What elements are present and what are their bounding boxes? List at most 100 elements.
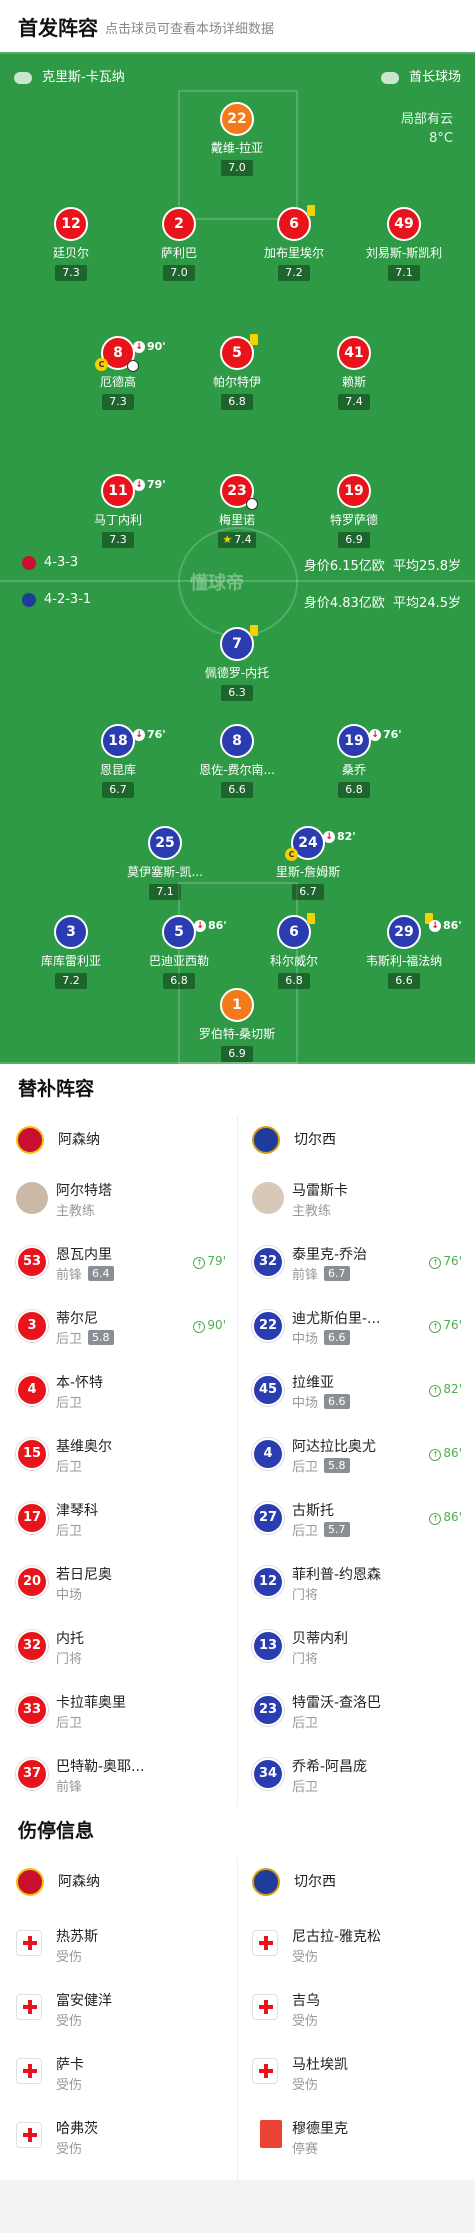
home-coach[interactable]: 阿尔特塔 主教练 xyxy=(16,1176,226,1232)
home-team-name: 阿森纳 xyxy=(58,1132,100,1148)
sub-number: 45 xyxy=(252,1374,284,1406)
sub-player[interactable]: 20 若日尼奥 中场 xyxy=(16,1560,226,1616)
injury-item[interactable]: 哈弗茨 受伤 xyxy=(16,2114,226,2170)
sub-player[interactable]: 37 巴特勒-奥耶... 前锋 xyxy=(16,1752,226,1808)
pitch-player-away[interactable]: 19 ↓ 76' 桑乔 6.8 xyxy=(306,724,402,798)
player-rating: 6.9 xyxy=(221,1046,253,1062)
pitch-player-home[interactable]: 6 加布里埃尔 7.2 xyxy=(246,205,342,281)
injury-item[interactable]: 尼古拉-雅克松 受伤 xyxy=(252,1922,462,1978)
player-number: 41 xyxy=(337,336,371,370)
sub-position-wrap: 前锋 6.7 xyxy=(292,1264,350,1283)
away-coach[interactable]: 马雷斯卡 主教练 xyxy=(252,1176,462,1232)
sub-in-badge: ↑ 79' xyxy=(193,1254,226,1269)
pitch-player-home[interactable]: 22 戴维-拉亚 7.0 xyxy=(189,102,285,176)
pitch-player-home[interactable]: 11 ↓ 79' 马丁内利 7.3 xyxy=(70,474,166,548)
pitch-player-away[interactable]: 25 莫伊塞斯-凯... 7.1 xyxy=(117,826,213,900)
pitch-player-away[interactable]: 1 罗伯特-桑切斯 6.9 xyxy=(189,988,285,1062)
captain-icon: C xyxy=(285,848,298,861)
sub-player[interactable]: 3 蒂尔尼 后卫 5.8 ↑ 90' xyxy=(16,1304,226,1360)
pitch-player-away[interactable]: 5 ↓ 86' 巴迪亚西勒 6.8 xyxy=(131,915,227,989)
sub-in-badge: ↑ 82' xyxy=(429,1382,462,1397)
pitch-player-away[interactable]: 29 ↓ 86' 韦斯利-福法纳 6.6 xyxy=(356,913,462,989)
avatar xyxy=(16,1182,48,1214)
sub-in-badge: ↑ 86' xyxy=(429,1446,462,1461)
sub-in-badge: ↑ 90' xyxy=(193,1318,226,1333)
stadium-icon xyxy=(380,71,399,84)
page-hint: 点击球员可查看本场详细数据 xyxy=(105,22,275,37)
yellow-card-icon xyxy=(307,913,315,924)
sub-position: 后卫 xyxy=(292,1460,319,1475)
pitch-player-away[interactable]: 3 库库雷利亚 7.2 xyxy=(23,915,119,989)
injury-item[interactable]: 穆德里克 停赛 xyxy=(252,2114,462,2170)
sub-player[interactable]: 32 内托 门将 xyxy=(16,1624,226,1680)
sub-in-minute: 82' xyxy=(443,1382,462,1396)
sub-name: 内托 xyxy=(56,1631,84,1647)
player-number-wrap: 29 ↓ 86' xyxy=(387,913,462,949)
player-number: 18 xyxy=(108,733,128,749)
sub-number: 15 xyxy=(16,1438,48,1470)
sub-player[interactable]: 53 恩瓦内里 前锋 6.4 ↑ 79' xyxy=(16,1240,226,1296)
suspension-status: 停赛 xyxy=(292,2142,319,2157)
sub-player[interactable]: 12 菲利普-约恩森 门将 xyxy=(252,1560,462,1616)
sub-name: 基维奥尔 xyxy=(56,1439,112,1455)
pitch-player-away[interactable]: 18 ↓ 76' 恩昆库 6.7 xyxy=(70,724,166,798)
sub-position: 前锋 xyxy=(56,1780,83,1795)
sub-number: 4 xyxy=(252,1438,284,1470)
sub-player[interactable]: 34 乔希-阿昌庞 后卫 xyxy=(252,1752,462,1808)
referee-name: 克里斯-卡瓦纳 xyxy=(42,70,125,85)
pitch-player-home[interactable]: 41 赖斯 7.4 xyxy=(306,336,402,410)
sub-number: 32 xyxy=(252,1246,284,1278)
arsenal-crest-icon xyxy=(16,1126,44,1154)
sub-player[interactable]: 45 拉维亚 中场 6.6 ↑ 82' xyxy=(252,1368,462,1424)
sub-player[interactable]: 22 迪尤斯伯里-... 中场 6.6 ↑ 76' xyxy=(252,1304,462,1360)
pitch-player-away[interactable]: 24 C ↓ 82' 里斯-詹姆斯 6.7 xyxy=(260,826,356,900)
injured-name: 尼古拉-雅克松 xyxy=(292,1929,382,1945)
sub-player[interactable]: 27 古斯托 后卫 5.7 ↑ 86' xyxy=(252,1496,462,1552)
sub-in-icon: ↑ xyxy=(429,1449,442,1461)
sub-player[interactable]: 4 本-怀特 后卫 xyxy=(16,1368,226,1424)
sub-number: 12 xyxy=(252,1566,284,1598)
sub-player[interactable]: 4 阿达拉比奥尤 后卫 5.8 ↑ 86' xyxy=(252,1432,462,1488)
sub-player[interactable]: 32 泰里克-乔治 前锋 6.7 ↑ 76' xyxy=(252,1240,462,1296)
pitch-player-home[interactable]: 8 C ↓ 90' 厄德高 7.3 xyxy=(70,336,166,410)
player-number: 22 xyxy=(220,102,254,136)
weather-temperature: 8°C xyxy=(429,131,453,146)
sub-in-minute: 79' xyxy=(207,1254,226,1268)
sub-name: 特雷沃-查洛巴 xyxy=(292,1695,382,1711)
pitch-player-home[interactable]: 49 刘易斯-斯凯利 7.1 xyxy=(356,207,452,281)
sub-name: 本-怀特 xyxy=(56,1375,104,1391)
sub-in-icon: ↑ xyxy=(429,1513,442,1525)
pitch-player-home[interactable]: 19 特罗萨德 6.9 xyxy=(306,474,402,548)
pitch-player-home[interactable]: 5 帕尔特伊 6.8 xyxy=(189,334,285,410)
injury-item[interactable]: 马杜埃凯 受伤 xyxy=(252,2050,462,2106)
player-rating: 7.3 xyxy=(102,394,134,410)
player-name: 马丁内利 xyxy=(93,513,142,527)
sub-player[interactable]: 33 卡拉菲奥里 后卫 xyxy=(16,1688,226,1744)
player-rating: 7.1 xyxy=(388,265,420,281)
injury-item[interactable]: 萨卡 受伤 xyxy=(16,2050,226,2106)
injury-item[interactable]: 富安健洋 受伤 xyxy=(16,1986,226,2042)
sub-player[interactable]: 17 津琴科 后卫 xyxy=(16,1496,226,1552)
pitch-player-home[interactable]: 2 萨利巴 7.0 xyxy=(131,207,227,281)
injury-item[interactable]: 热苏斯 受伤 xyxy=(16,1922,226,1978)
home-formation-row: 4-3-3 身价6.15亿欧 平均25.8岁 xyxy=(22,555,461,574)
player-name: 梅里诺 xyxy=(218,513,255,527)
sub-name: 迪尤斯伯里-... xyxy=(292,1311,381,1327)
sub-player[interactable]: 15 基维奥尔 后卫 xyxy=(16,1432,226,1488)
player-rating: 7.2 xyxy=(278,265,310,281)
avatar xyxy=(252,1182,284,1214)
injury-item[interactable]: 吉乌 受伤 xyxy=(252,1986,462,2042)
home-age: 平均25.8岁 xyxy=(393,559,461,574)
player-rating: 7.0 xyxy=(221,160,253,176)
sub-rating: 6.6 xyxy=(324,1330,350,1345)
pitch-player-away[interactable]: 6 科尔威尔 6.8 xyxy=(246,913,342,989)
sub-rating: 5.7 xyxy=(324,1522,350,1537)
pitch-player-home[interactable]: 12 廷贝尔 7.3 xyxy=(23,207,119,281)
sub-player[interactable]: 13 贝蒂内利 门将 xyxy=(252,1624,462,1680)
pitch-player-home[interactable]: 23 梅里诺 ★ 7.4 xyxy=(189,474,285,548)
player-number: 19 xyxy=(337,474,371,508)
pitch-player-away[interactable]: 7 佩德罗-内托 6.3 xyxy=(189,625,285,701)
sub-player[interactable]: 23 特雷沃-查洛巴 后卫 xyxy=(252,1688,462,1744)
pitch-player-away[interactable]: 8 恩佐-费尔南... 6.6 xyxy=(189,724,285,798)
sub-in-badge: ↑ 76' xyxy=(429,1254,462,1269)
